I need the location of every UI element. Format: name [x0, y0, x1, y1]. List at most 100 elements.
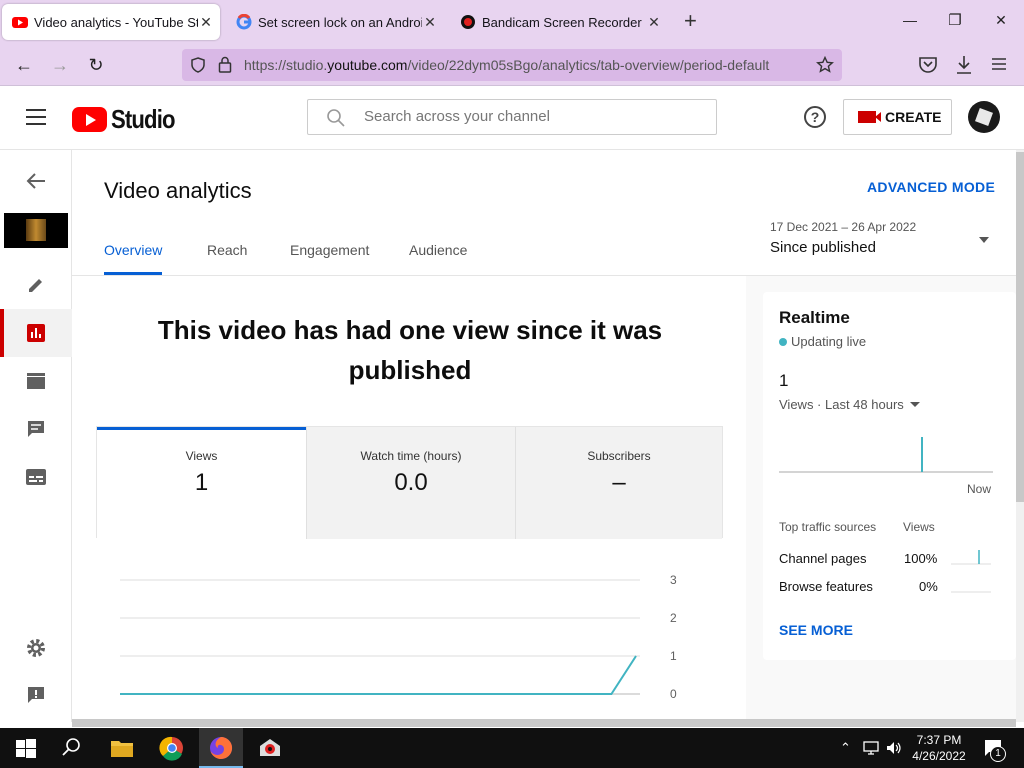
chrome-icon[interactable]	[158, 734, 186, 762]
chevron-up-icon[interactable]: ⌃	[840, 740, 851, 756]
browser-tab-youtube-studio[interactable]: Video analytics - YouTube Studio ✕	[2, 4, 220, 40]
clock-time: 7:37 PM	[916, 733, 962, 747]
url-bar[interactable]: https://studio.youtube.com/video/22dym05…	[182, 49, 842, 81]
search-box[interactable]	[307, 99, 717, 135]
youtube-favicon-icon	[12, 17, 28, 28]
windows-start-icon[interactable]	[12, 734, 40, 762]
subtitles-icon[interactable]	[0, 453, 72, 501]
minimize-icon[interactable]: —	[900, 12, 920, 28]
send-feedback-icon[interactable]	[0, 671, 72, 719]
tab-title: Set screen lock on an Android device	[258, 14, 422, 30]
metric-watch-time[interactable]: Watch time (hours) 0.0	[306, 427, 515, 539]
restore-icon[interactable]: ❐	[945, 11, 965, 29]
tab-title: Bandicam Screen Recorder Download	[482, 14, 646, 30]
realtime-period-selector[interactable]: Views · Last 48 hours	[779, 397, 920, 412]
metric-value: 1	[194, 469, 209, 496]
analytics-icon[interactable]	[0, 309, 72, 357]
tab-audience[interactable]: Audience	[409, 242, 467, 258]
avatar[interactable]	[968, 101, 1000, 133]
horizontal-scrollbar[interactable]	[72, 719, 1016, 727]
metric-value: –	[612, 469, 626, 496]
menu-icon[interactable]	[991, 57, 1007, 71]
dropdown-arrow-icon[interactable]	[979, 237, 989, 243]
date-range[interactable]: 17 Dec 2021 – 26 Apr 2022	[770, 220, 916, 234]
editor-clapperboard-icon[interactable]	[0, 357, 72, 405]
hamburger-menu-icon[interactable]	[26, 109, 46, 125]
metric-label: Watch time (hours)	[360, 449, 462, 463]
logo-text: Studio	[111, 104, 175, 134]
volume-icon[interactable]	[885, 739, 903, 757]
metric-subscribers[interactable]: Subscribers –	[515, 427, 722, 539]
downloads-icon[interactable]	[955, 55, 973, 75]
traffic-source-name: Browse features	[779, 579, 873, 594]
views-header: Views	[903, 520, 935, 534]
headline: This video has had one view since it was…	[157, 315, 663, 385]
page-title: Video analytics	[104, 178, 252, 203]
browser-navbar: ← → ↻ https://studio.youtube.com/video/2…	[0, 44, 1024, 86]
create-button[interactable]: CREATE	[843, 99, 952, 135]
forward-arrow-icon[interactable]: →	[48, 54, 72, 76]
browser-tab-screen-lock[interactable]: Set screen lock on an Android device ✕	[226, 4, 444, 40]
taskbar-clock[interactable]: 7:37 PM 4/26/2022	[904, 732, 974, 764]
metric-tabs: Views 1 Watch time (hours) 0.0 Subscribe…	[96, 426, 723, 539]
realtime-card: Realtime Updating live 1 Views · Last 48…	[763, 292, 1016, 660]
close-tab-icon[interactable]: ✕	[198, 14, 214, 31]
shield-icon[interactable]	[190, 57, 206, 73]
search-input[interactable]	[364, 108, 704, 125]
realtime-bar-chart	[779, 437, 993, 473]
y-tick-label: 3	[670, 573, 677, 587]
see-more-link[interactable]: SEE MORE	[779, 622, 853, 638]
youtube-studio-logo[interactable]: Studio	[72, 104, 186, 135]
close-tab-icon[interactable]: ✕	[422, 14, 438, 31]
close-window-icon[interactable]: ✕	[991, 12, 1011, 29]
analytics-content: Video analytics ADVANCED MODE Overview R…	[72, 150, 1016, 722]
url-text[interactable]: https://studio.youtube.com/video/22dym05…	[244, 57, 769, 73]
screen: Video analytics - YouTube Studio ✕ Set s…	[0, 0, 1024, 768]
video-camera-icon	[858, 111, 881, 123]
realtime-count: 1	[779, 371, 789, 390]
period-selector[interactable]: Since published	[770, 239, 876, 256]
vertical-scrollbar-thumb[interactable]	[1016, 152, 1024, 502]
back-to-channel-icon[interactable]	[0, 157, 72, 205]
create-label: CREATE	[885, 109, 942, 125]
help-icon[interactable]: ?	[804, 106, 826, 128]
details-pencil-icon[interactable]	[0, 261, 72, 309]
tab-overview[interactable]: Overview	[104, 242, 162, 258]
traffic-source-pct: 100%	[904, 551, 938, 566]
notification-count-badge: 1	[990, 746, 1006, 762]
file-explorer-icon[interactable]	[108, 734, 136, 762]
new-tab-button[interactable]: +	[684, 10, 697, 32]
active-tab-indicator	[104, 272, 162, 275]
traffic-source-name: Channel pages	[779, 551, 867, 566]
firefox-icon[interactable]	[207, 734, 235, 762]
dropdown-arrow-icon	[909, 402, 920, 407]
windows-taskbar: ⌃ 7:37 PM 4/26/2022 1	[0, 728, 1024, 768]
pocket-icon[interactable]	[918, 56, 938, 74]
studio-header: Studio ? CREATE	[0, 86, 1024, 150]
y-tick-label: 2	[670, 611, 677, 625]
traffic-source-pct: 0%	[919, 579, 938, 594]
reload-icon[interactable]: ↻	[84, 54, 108, 76]
y-tick-label: 0	[670, 687, 677, 701]
comments-icon[interactable]	[0, 405, 72, 453]
bookmark-star-icon[interactable]	[816, 56, 834, 74]
bandicam-icon[interactable]	[256, 734, 284, 762]
tab-reach[interactable]: Reach	[207, 242, 247, 258]
views-chart: 3 2 1 0	[120, 573, 677, 701]
tab-engagement[interactable]: Engagement	[290, 242, 369, 258]
metric-views[interactable]: Views 1	[97, 427, 306, 539]
back-arrow-icon[interactable]: ←	[12, 54, 36, 76]
browser-tab-bandicam[interactable]: Bandicam Screen Recorder Download ✕	[450, 4, 668, 40]
advanced-mode-button[interactable]: ADVANCED MODE	[867, 179, 995, 195]
analytics-header: Video analytics ADVANCED MODE Overview R…	[72, 150, 1016, 276]
clock-date: 4/26/2022	[912, 749, 966, 763]
youtube-logo-icon	[72, 107, 107, 132]
lock-icon[interactable]	[218, 56, 232, 73]
close-tab-icon[interactable]: ✕	[646, 14, 662, 31]
video-thumbnail[interactable]	[4, 213, 68, 248]
taskbar-search-icon[interactable]	[58, 734, 86, 762]
browse-features-sparkline	[951, 591, 991, 593]
settings-gear-icon[interactable]	[0, 624, 72, 672]
network-icon[interactable]	[862, 740, 880, 756]
realtime-title: Realtime	[779, 308, 850, 327]
